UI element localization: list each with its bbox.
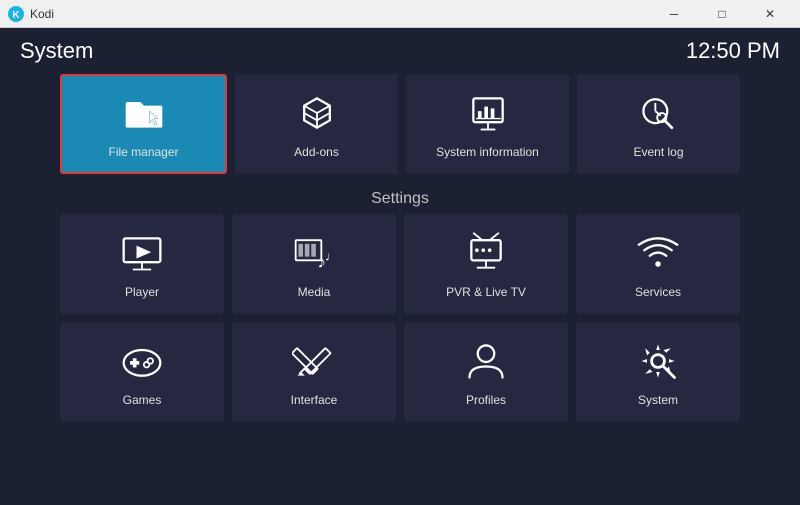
maximize-button[interactable]: □ (700, 0, 744, 28)
tile-file-manager[interactable]: File manager (60, 74, 227, 174)
media-label: Media (298, 285, 331, 299)
tile-event-log[interactable]: Event log (577, 74, 740, 174)
profiles-label: Profiles (466, 393, 506, 407)
titlebar-app-name: Kodi (30, 7, 54, 21)
games-icon (118, 337, 166, 385)
event-log-label: Event log (633, 145, 683, 159)
tile-services[interactable]: Services (576, 214, 740, 314)
svg-text:♩: ♩ (325, 248, 336, 263)
title-bar-controls: ─ □ ✕ (652, 0, 792, 28)
svg-text:K: K (12, 10, 20, 21)
page-title: System (20, 38, 93, 64)
minimize-button[interactable]: ─ (652, 0, 696, 28)
tile-games[interactable]: Games (60, 322, 224, 422)
close-button[interactable]: ✕ (748, 0, 792, 28)
pvr-label: PVR & Live TV (446, 285, 526, 299)
system-information-label: System information (436, 145, 539, 159)
tile-player[interactable]: Player (60, 214, 224, 314)
main-content: File manager Add-ons (0, 74, 800, 505)
system-settings-label: System (638, 393, 678, 407)
player-icon (118, 229, 166, 277)
clock-display: 12:50 PM (686, 38, 780, 64)
system-settings-icon (634, 337, 682, 385)
tile-media[interactable]: ♪ ♩ Media (232, 214, 396, 314)
title-bar: K Kodi ─ □ ✕ (0, 0, 800, 28)
pvr-icon (462, 229, 510, 277)
top-tiles-row: File manager Add-ons (60, 74, 740, 174)
app-header: System 12:50 PM (0, 28, 800, 74)
tile-system-information[interactable]: System information (406, 74, 569, 174)
games-label: Games (123, 393, 162, 407)
services-icon (634, 229, 682, 277)
file-manager-label: File manager (108, 145, 178, 159)
add-ons-label: Add-ons (294, 145, 339, 159)
event-log-icon (635, 89, 683, 137)
tile-pvr-live-tv[interactable]: PVR & Live TV (404, 214, 568, 314)
app-area: System 12:50 PM File manager (0, 28, 800, 505)
settings-grid: Player ♪ ♩ Media (60, 214, 740, 422)
media-icon: ♪ ♩ (290, 229, 338, 277)
file-manager-icon (120, 89, 168, 137)
tile-add-ons[interactable]: Add-ons (235, 74, 398, 174)
services-label: Services (635, 285, 681, 299)
profiles-icon (462, 337, 510, 385)
player-label: Player (125, 285, 159, 299)
title-bar-left: K Kodi (8, 6, 54, 22)
kodi-icon: K (8, 6, 24, 22)
interface-label: Interface (291, 393, 338, 407)
tile-profiles[interactable]: Profiles (404, 322, 568, 422)
tile-system[interactable]: System (576, 322, 740, 422)
add-ons-icon (293, 89, 341, 137)
system-info-icon (464, 89, 512, 137)
settings-section-title: Settings (60, 182, 740, 214)
tile-interface[interactable]: Interface (232, 322, 396, 422)
interface-icon (290, 337, 338, 385)
